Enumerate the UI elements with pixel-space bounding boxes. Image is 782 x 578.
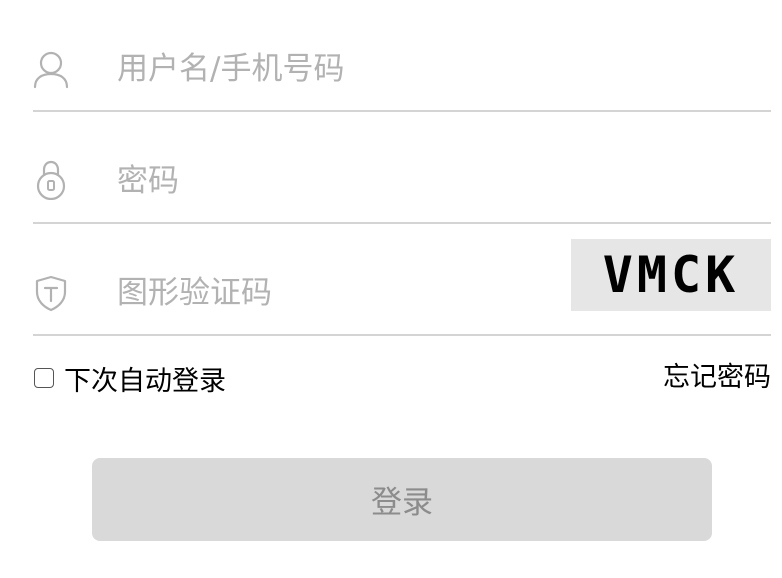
shield-icon bbox=[33, 274, 69, 314]
username-row bbox=[33, 0, 771, 112]
user-icon bbox=[33, 50, 69, 90]
login-form: VMCK 下次自动登录 忘记密码 登录 bbox=[0, 0, 782, 578]
remember-me[interactable]: 下次自动登录 bbox=[33, 356, 226, 400]
lock-icon bbox=[33, 160, 69, 201]
remember-checkbox[interactable] bbox=[34, 368, 54, 388]
forgot-password-link[interactable]: 忘记密码 bbox=[663, 356, 771, 400]
options-row: 下次自动登录 忘记密码 bbox=[33, 356, 771, 400]
captcha-input[interactable] bbox=[117, 270, 557, 316]
password-row bbox=[33, 112, 771, 224]
password-input[interactable] bbox=[117, 158, 557, 204]
username-input[interactable] bbox=[117, 46, 557, 92]
captcha-row: VMCK bbox=[33, 224, 771, 336]
captcha-image[interactable]: VMCK bbox=[571, 239, 771, 311]
remember-label: 下次自动登录 bbox=[64, 365, 226, 397]
login-button[interactable]: 登录 bbox=[92, 458, 712, 541]
